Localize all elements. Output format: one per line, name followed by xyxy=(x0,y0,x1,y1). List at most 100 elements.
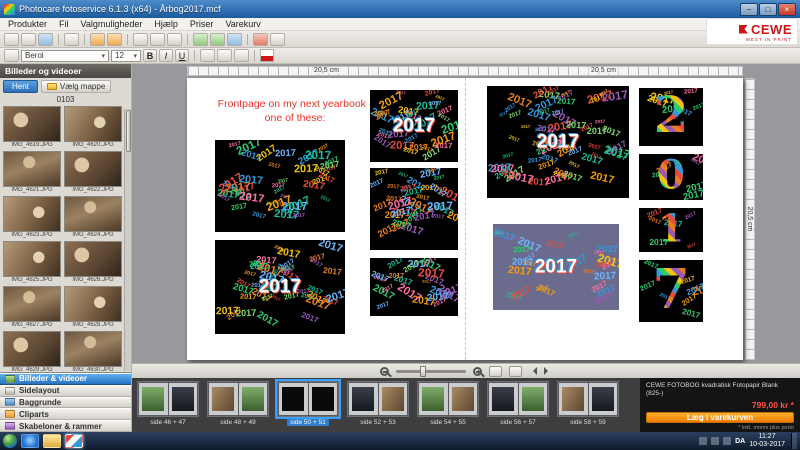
zoom-slider-handle[interactable] xyxy=(420,366,426,377)
wordcloud-small-image[interactable]: 2017201720172017201720172017201720172017… xyxy=(370,258,458,316)
folder-name-label: 0103 xyxy=(0,95,131,105)
sidebar-item-backgrounds[interactable]: Baggrunde xyxy=(0,397,131,409)
photo-thumbnail[interactable]: IMG_4619.JPG xyxy=(3,106,61,149)
save-icon[interactable] xyxy=(38,33,53,46)
product-name: CEWE FOTOBOG kvadratisk Fotopapir Blank … xyxy=(646,382,794,398)
align-left-button[interactable] xyxy=(200,49,215,62)
arrange-icon[interactable] xyxy=(270,33,285,46)
bold-button[interactable]: B xyxy=(143,49,157,62)
align-right-button[interactable] xyxy=(234,49,249,62)
photo-thumbnail[interactable]: IMG_4620.JPG xyxy=(64,106,122,149)
window-title: Photocare fotoservice 6.1.3 (x64) - Årbo… xyxy=(19,4,221,14)
underline-button[interactable]: U xyxy=(175,49,189,62)
menu-valgmuligheder[interactable]: Valgmuligheder xyxy=(81,19,143,29)
show-desktop-button[interactable] xyxy=(791,433,797,449)
wordcloud-number-0-image[interactable]: 2017201720172017201720170 xyxy=(639,154,703,200)
menu-varekurv[interactable]: Varekurv xyxy=(225,19,260,29)
align-center-button[interactable] xyxy=(217,49,232,62)
sidebar-item-photos[interactable]: Billeder & videoer xyxy=(0,373,131,385)
wordcloud-number-1-image[interactable]: 2017201720172017201720171 xyxy=(639,208,703,252)
wordcloud-number-2-image[interactable]: 201720172017201720172017201720172 xyxy=(639,88,703,146)
photo-thumbnail[interactable]: IMG_4627.JPG xyxy=(3,286,61,329)
sidebar-item-templates[interactable]: Skabeloner & rammer xyxy=(0,420,131,432)
undo-icon[interactable] xyxy=(90,33,105,46)
menu-hjaelp[interactable]: Hjælp xyxy=(154,19,178,29)
open-file-icon[interactable] xyxy=(21,33,36,46)
language-indicator[interactable]: DA xyxy=(735,438,745,445)
wordcloud-number-7-image[interactable]: 201720172017201720172017201720177 xyxy=(639,260,703,322)
redo-icon[interactable] xyxy=(107,33,122,46)
text-color-swatch[interactable] xyxy=(260,49,274,62)
print-icon[interactable] xyxy=(64,33,79,46)
explorer-taskbar-icon[interactable] xyxy=(43,434,61,448)
browser-taskbar-icon[interactable] xyxy=(21,434,39,448)
fetch-photos-button[interactable]: Hent xyxy=(3,80,38,93)
maximize-button[interactable]: □ xyxy=(759,3,777,16)
paste-icon[interactable] xyxy=(167,33,182,46)
menu-produkter[interactable]: Produkter xyxy=(8,19,47,29)
wordcloud-heart-small-image[interactable]: 2017201720172017201720172017201720172017… xyxy=(370,90,458,162)
zoom-slider[interactable] xyxy=(396,370,466,373)
italic-button[interactable]: I xyxy=(159,49,173,62)
wordcloud-purple-image[interactable]: 2017201720172017201720172017201720172017… xyxy=(493,224,619,310)
sidebar-item-cliparts[interactable]: Cliparts xyxy=(0,408,131,420)
scrollbar-thumb[interactable] xyxy=(126,110,131,152)
sidebar-item-layout[interactable]: Sidelayout xyxy=(0,385,131,397)
wordcloud-speechbubble-image[interactable]: 2017201720172017201720172017201720172017… xyxy=(215,140,345,232)
insert-text-icon[interactable] xyxy=(210,33,225,46)
start-button[interactable] xyxy=(3,434,17,448)
photo-thumbnail[interactable]: IMG_4629.JPG xyxy=(3,331,61,372)
delete-icon[interactable] xyxy=(253,33,268,46)
menu-fil[interactable]: Fil xyxy=(59,19,69,29)
wordcloud-heart-left-image[interactable]: 2017201720172017201720172017201720172017… xyxy=(215,240,345,334)
menu-priser[interactable]: Priser xyxy=(190,19,214,29)
network-icon[interactable] xyxy=(711,437,719,445)
volume-icon[interactable] xyxy=(723,437,731,445)
photo-thumbnail[interactable]: IMG_4623.JPG xyxy=(3,196,61,239)
fullscreen-icon[interactable] xyxy=(509,366,522,377)
photos-scrollbar[interactable] xyxy=(124,109,131,371)
close-button[interactable]: × xyxy=(778,3,796,16)
wordcloud-globe-image[interactable]: 2017201720172017201720172017201720172017… xyxy=(370,168,458,250)
chevron-down-icon: ▾ xyxy=(133,52,137,60)
tray-hidden-icons[interactable] xyxy=(699,437,707,445)
spread-thumbnail-54-55[interactable]: side 54 + 55 xyxy=(416,381,480,429)
insert-image-icon[interactable] xyxy=(193,33,208,46)
spread-thumbnail-52-53[interactable]: side 52 + 53 xyxy=(346,381,410,429)
photo-thumbnail[interactable]: IMG_4630.JPG xyxy=(64,331,122,372)
previous-spread-icon[interactable] xyxy=(529,367,537,375)
product-price: 799,00 kr * xyxy=(646,400,794,410)
minimize-button[interactable]: – xyxy=(740,3,758,16)
price-note: * Inkl. moms plus porto xyxy=(646,425,794,431)
photoservice-taskbar-icon[interactable] xyxy=(65,434,83,448)
photo-thumbnail[interactable]: IMG_4625.JPG xyxy=(3,241,61,284)
zoom-out-icon[interactable] xyxy=(380,367,389,376)
spread-thumbnail-50-51[interactable]: side 50 + 51 xyxy=(276,381,340,429)
copy-icon[interactable] xyxy=(150,33,165,46)
insert-frame-icon[interactable] xyxy=(227,33,242,46)
photo-thumbnail[interactable]: IMG_4621.JPG xyxy=(3,151,61,194)
cut-icon[interactable] xyxy=(133,33,148,46)
spread-thumbnail-58-59[interactable]: side 58 + 59 xyxy=(556,381,620,429)
photo-thumbnail[interactable]: IMG_4624.JPG xyxy=(64,196,122,239)
photo-thumbnail[interactable]: IMG_4628.JPG xyxy=(64,286,122,329)
spread-thumbnail-56-57[interactable]: side 56 + 57 xyxy=(486,381,550,429)
chevron-down-icon: ▾ xyxy=(101,52,105,60)
zoom-in-icon[interactable] xyxy=(473,367,482,376)
caption-text-box[interactable]: Frontpage on my next yearbook - one of t… xyxy=(211,98,379,125)
folder-icon xyxy=(47,83,57,90)
spread-thumbnail-46-47[interactable]: side 46 + 47 xyxy=(136,381,200,429)
new-file-icon[interactable] xyxy=(4,33,19,46)
fit-page-icon[interactable] xyxy=(489,366,502,377)
font-family-select[interactable]: Berol▾ xyxy=(21,50,109,62)
add-to-cart-button[interactable]: Læg i varekurven xyxy=(646,412,794,423)
photo-thumbnail[interactable]: IMG_4622.JPG xyxy=(64,151,122,194)
photo-thumbnail[interactable]: IMG_4626.JPG xyxy=(64,241,122,284)
text-tool-icon[interactable] xyxy=(4,49,19,62)
next-spread-icon[interactable] xyxy=(544,367,552,375)
spread-thumbnail-48-49[interactable]: side 48 + 49 xyxy=(206,381,270,429)
taskbar-clock[interactable]: 11:27 10-03-2017 xyxy=(749,433,785,449)
font-size-select[interactable]: 12▾ xyxy=(111,50,141,62)
choose-folder-button[interactable]: Vælg mappe xyxy=(41,80,111,93)
wordcloud-big-heart-image[interactable]: 2017201720172017201720172017201720172017… xyxy=(487,86,629,198)
